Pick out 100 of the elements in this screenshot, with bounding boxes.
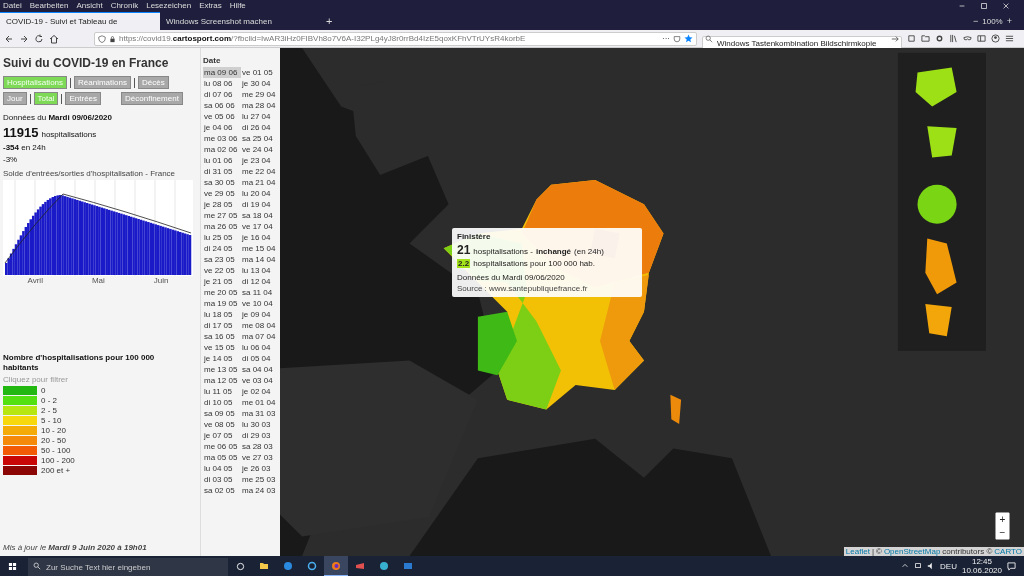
date-item[interactable]: je 16 04 <box>241 232 279 243</box>
date-item[interactable]: di 10 05 <box>203 397 241 408</box>
date-item[interactable]: je 26 03 <box>241 463 279 474</box>
tooltip-date: Données du Mardi 09/06/2020 <box>457 273 566 282</box>
date-item[interactable]: ma 05 05 <box>203 452 241 463</box>
clock-date[interactable]: 10.06.2020 <box>961 566 1002 575</box>
date-item[interactable]: je 04 06 <box>203 122 241 133</box>
search-field[interactable]: Zur Suche Text hier eingeben <box>28 557 228 576</box>
date-item[interactable]: lu 01 06 <box>203 155 241 166</box>
attribution-link[interactable]: Leaflet <box>845 547 870 556</box>
date-item[interactable]: me 22 04 <box>241 166 279 177</box>
input-language[interactable]: DEU <box>940 561 957 571</box>
date-item[interactable]: ma 28 04 <box>241 100 279 111</box>
date-item[interactable]: sa 11 04 <box>241 287 279 298</box>
date-item[interactable]: ma 31 03 <box>241 408 279 419</box>
date-item[interactable]: di 26 04 <box>241 122 279 133</box>
date-item[interactable]: me 29 04 <box>241 89 279 100</box>
date-item[interactable]: sa 25 04 <box>241 133 279 144</box>
date-item[interactable]: ve 10 04 <box>241 298 279 309</box>
date-item[interactable]: di 19 04 <box>241 199 279 210</box>
browser-tab[interactable]: Windows Screenshot machen <box>160 12 320 30</box>
date-item[interactable]: ve 17 04 <box>241 221 279 232</box>
date-item[interactable]: me 03 06 <box>203 133 241 144</box>
new-tab-button[interactable]: + <box>320 12 339 30</box>
date-item[interactable]: lu 08 06 <box>203 78 241 89</box>
menu-item[interactable]: Chronik <box>110 0 139 12</box>
date-item[interactable]: sa 23 05 <box>203 254 241 265</box>
date-item[interactable]: me 25 03 <box>241 474 279 485</box>
zoom-in-button[interactable]: + <box>1006 16 1012 26</box>
date-item[interactable]: lu 11 05 <box>203 386 241 397</box>
date-item[interactable]: lu 18 05 <box>203 309 241 320</box>
date-item[interactable]: me 20 05 <box>203 287 241 298</box>
date-item[interactable]: lu 13 04 <box>241 265 279 276</box>
date-item[interactable]: ve 05 06 <box>203 111 241 122</box>
date-item[interactable]: me 13 05 <box>203 364 241 375</box>
date-item[interactable]: sa 16 05 <box>203 331 241 342</box>
date-item[interactable]: di 12 04 <box>241 276 279 287</box>
date-item[interactable]: je 21 05 <box>203 276 241 287</box>
date-item[interactable]: me 01 04 <box>241 397 279 408</box>
menu-item[interactable]: Extras <box>199 0 222 12</box>
date-item[interactable]: je 09 04 <box>241 309 279 320</box>
date-item[interactable]: me 27 05 <box>203 210 241 221</box>
date-item[interactable]: ve 01 05 <box>241 67 279 78</box>
date-item[interactable]: ma 02 06 <box>203 144 241 155</box>
date-item[interactable]: lu 25 05 <box>203 232 241 243</box>
date-item[interactable]: di 29 03 <box>241 430 279 441</box>
date-item[interactable]: ma 24 03 <box>241 485 279 496</box>
date-item[interactable]: je 02 04 <box>241 386 279 397</box>
date-item[interactable]: sa 30 05 <box>203 177 241 188</box>
date-item[interactable]: lu 27 04 <box>241 111 279 122</box>
date-item[interactable]: ve 24 04 <box>241 144 279 155</box>
date-item[interactable]: lu 30 03 <box>241 419 279 430</box>
date-item[interactable]: je 30 04 <box>241 78 279 89</box>
date-item[interactable]: ma 26 05 <box>203 221 241 232</box>
date-item[interactable]: me 08 04 <box>241 320 279 331</box>
date-item[interactable]: ma 19 05 <box>203 298 241 309</box>
menu-item[interactable]: Hilfe <box>229 0 246 12</box>
date-item[interactable]: je 28 05 <box>203 199 241 210</box>
date-item[interactable]: lu 04 05 <box>203 463 241 474</box>
date-item[interactable]: lu 20 04 <box>241 188 279 199</box>
date-item[interactable]: ma 14 04 <box>241 254 279 265</box>
date-item[interactable]: di 31 05 <box>203 166 241 177</box>
date-item[interactable]: di 03 05 <box>203 474 241 485</box>
date-item[interactable]: sa 06 06 <box>203 100 241 111</box>
browser-tab[interactable]: COVID-19 - Suivi et Tableau de <box>0 12 160 30</box>
date-item[interactable]: ma 21 04 <box>241 177 279 188</box>
date-item[interactable]: je 23 04 <box>241 155 279 166</box>
date-item[interactable]: sa 04 04 <box>241 364 279 375</box>
date-item[interactable]: di 05 04 <box>241 353 279 364</box>
date-item[interactable]: ve 27 03 <box>241 452 279 463</box>
date-item[interactable]: ve 03 04 <box>241 375 279 386</box>
menu-item[interactable]: Lesezeichen <box>146 0 192 12</box>
more-actions[interactable]: ··· <box>662 34 670 43</box>
menu-item[interactable]: Ansicht <box>76 0 103 12</box>
date-item[interactable]: ma 09 06 <box>203 67 241 78</box>
date-item[interactable]: ve 22 05 <box>203 265 241 276</box>
menu-item[interactable]: Bearbeiten <box>29 0 69 12</box>
date-item[interactable]: sa 18 04 <box>241 210 279 221</box>
date-item[interactable]: me 15 04 <box>241 243 279 254</box>
date-item[interactable]: di 17 05 <box>203 320 241 331</box>
date-item[interactable]: di 24 05 <box>203 243 241 254</box>
zoom-out-button[interactable]: − <box>973 16 979 26</box>
date-item[interactable]: je 07 05 <box>203 430 241 441</box>
date-item[interactable]: sa 09 05 <box>203 408 241 419</box>
date-item[interactable]: ma 12 05 <box>203 375 241 386</box>
attribution-link[interactable]: OpenStreetMap <box>883 547 941 556</box>
date-item[interactable]: ma 07 04 <box>241 331 279 342</box>
clock-time[interactable]: 12:45 <box>971 557 992 566</box>
date-item[interactable]: ve 08 05 <box>203 419 241 430</box>
date-item[interactable]: ve 15 05 <box>203 342 241 353</box>
address-bar[interactable]: https://covid19.cartosport.com/?fbclid=IwAR3iHz0FIBVh8o7V6A-I32PLg4yJ8r0rrBd4IzE5qoxKFhVTrUYsR4korbE ··· <box>94 31 697 46</box>
date-item[interactable]: me 06 05 <box>203 441 241 452</box>
menu-item[interactable]: Datei <box>3 0 22 12</box>
date-item[interactable]: je 14 05 <box>203 353 241 364</box>
date-item[interactable]: sa 02 05 <box>203 485 241 496</box>
date-item[interactable]: sa 28 03 <box>241 441 279 452</box>
date-item[interactable]: lu 06 04 <box>241 342 279 353</box>
date-item[interactable]: ve 29 05 <box>203 188 241 199</box>
date-item[interactable]: di 07 06 <box>203 89 241 100</box>
legend-label: 5 - 10 <box>41 416 62 425</box>
